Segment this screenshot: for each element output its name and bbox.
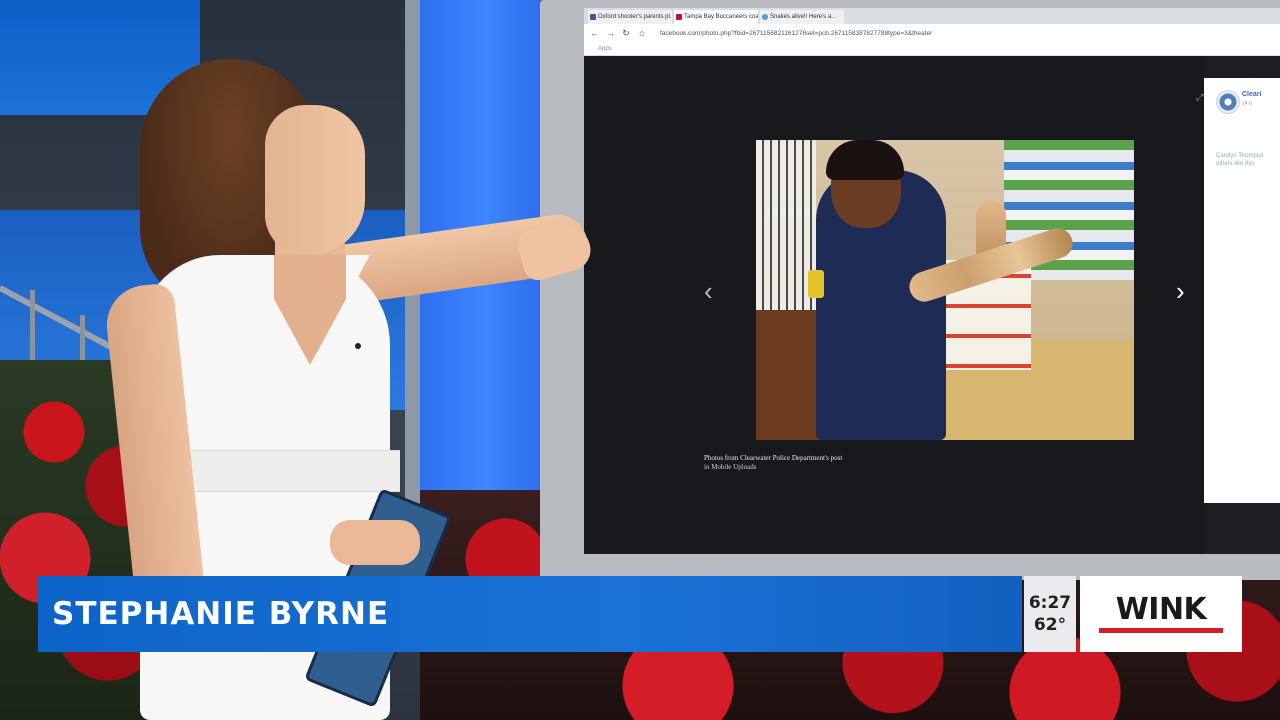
browser-tab[interactable]: Tampa Bay Buccaneers coac... — [674, 10, 758, 24]
presenter-name: STEPHANIE BYRNE — [52, 596, 390, 632]
lapel-mic — [355, 343, 361, 349]
home-icon[interactable]: ⌂ — [638, 28, 646, 38]
logo-underline — [1099, 628, 1223, 633]
post-time: 14 h — [1242, 101, 1252, 107]
bookmarks-bar[interactable]: Apps — [584, 42, 1280, 56]
lower-third-banner: STEPHANIE BYRNE — [38, 576, 1022, 652]
forward-icon[interactable]: → — [606, 28, 615, 38]
browser-tab-strip: Oxford shooter's parents pl... Tampa Bay… — [584, 8, 1280, 24]
likes-line: others like this — [1216, 161, 1255, 167]
likes-summary: Carolyn Thompso others like this — [1216, 152, 1278, 168]
browser-tab[interactable]: Oxford shooter's parents pl... — [588, 10, 672, 24]
caption-album[interactable]: in Mobile Uploads — [704, 463, 842, 472]
post-side-panel: Cleari 14 h Carolyn Thompso others like … — [1204, 78, 1280, 503]
caption-source[interactable]: Photos from Clearwater Police Department… — [704, 454, 842, 463]
photo-shoulder-patch — [808, 270, 824, 298]
url-field[interactable]: facebook.com/photo.php?fbid=267115682116… — [660, 30, 932, 37]
station-logo: WINK — [1080, 576, 1242, 652]
clock-time: 6:27 — [1028, 593, 1072, 613]
temperature: 62° — [1033, 615, 1067, 635]
photo-caption: Photos from Clearwater Police Department… — [704, 454, 842, 472]
monitor-screen: Oxford shooter's parents pl... Tampa Bay… — [584, 8, 1280, 554]
reload-icon[interactable]: ↻ — [622, 28, 630, 39]
next-photo-icon[interactable]: › — [1176, 276, 1185, 307]
address-bar: ← → ↻ ⌂ facebook.com/photo.php?fbid=2671… — [584, 24, 1280, 42]
page-avatar[interactable] — [1216, 90, 1240, 114]
photo-officer-hair — [826, 140, 904, 180]
previous-photo-icon[interactable]: ‹ — [704, 276, 713, 307]
time-temperature-box: 6:27 62° — [1024, 576, 1076, 652]
page-name[interactable]: Cleari — [1242, 91, 1261, 98]
officer-snake-photo — [756, 140, 1134, 440]
dress-belt — [190, 450, 400, 492]
back-icon[interactable]: ← — [590, 28, 599, 38]
logo-text: WINK — [1115, 592, 1207, 627]
likes-line: Carolyn Thompso — [1216, 153, 1264, 159]
presenter-hand-lower — [330, 520, 420, 565]
presenter-face — [265, 105, 365, 255]
expand-icon[interactable]: ⤢ — [1196, 92, 1203, 103]
browser-tab[interactable]: Snakes alive!! Here's a... — [760, 10, 844, 24]
